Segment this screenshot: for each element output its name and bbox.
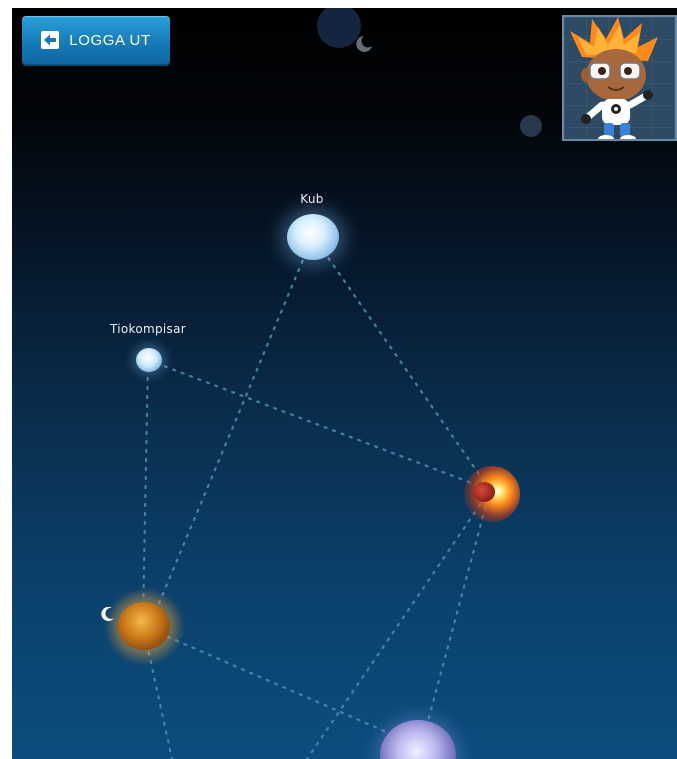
node-label-tiokompisar: Tiokompisar bbox=[110, 322, 186, 336]
avatar-panel[interactable] bbox=[562, 15, 677, 141]
planet-amber[interactable] bbox=[118, 602, 170, 650]
logout-button[interactable]: LOGGA UT bbox=[22, 16, 170, 64]
arrow-left-icon bbox=[41, 31, 60, 49]
path-amber-violet bbox=[141, 624, 416, 746]
planet-kub[interactable] bbox=[287, 214, 339, 260]
path-tio-amber bbox=[141, 358, 150, 622]
crescent-moon-icon bbox=[101, 606, 114, 621]
world-map: Kub Tiokompisar LOGGA UT bbox=[12, 8, 677, 759]
node-label-kub: Kub bbox=[300, 192, 324, 206]
path-sun-violet bbox=[422, 488, 492, 738]
path-kub-amber bbox=[150, 234, 315, 622]
logout-label: LOGGA UT bbox=[69, 31, 151, 49]
planet-tiokompisar[interactable] bbox=[136, 348, 162, 372]
path-kub-sun bbox=[311, 234, 492, 492]
path-sun-bottom bbox=[305, 488, 492, 759]
planet-sun-core bbox=[473, 482, 495, 502]
moon-icon bbox=[356, 36, 372, 52]
path-tio-sun bbox=[146, 358, 492, 492]
avatar bbox=[570, 17, 658, 139]
distant-planet bbox=[317, 8, 361, 48]
distant-planet-small bbox=[520, 115, 542, 137]
